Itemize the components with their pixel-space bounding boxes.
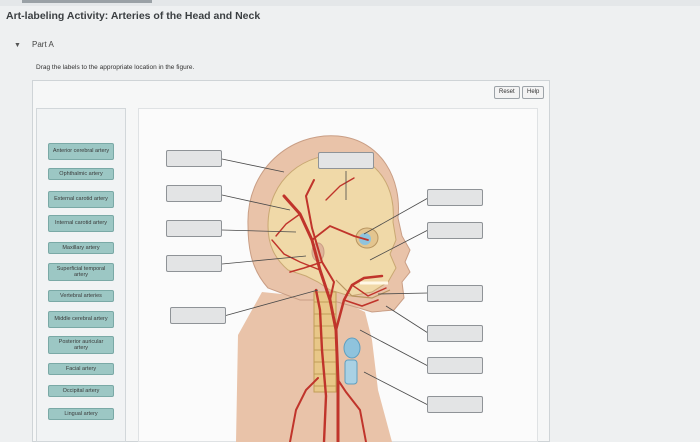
drop-target-9[interactable] <box>427 285 483 302</box>
drop-target-11[interactable] <box>427 357 483 374</box>
head-neck-illustration <box>221 135 429 442</box>
drop-target-1[interactable] <box>166 150 222 167</box>
drop-target-3[interactable] <box>166 220 222 237</box>
trachea <box>344 359 358 385</box>
drop-target-4[interactable] <box>166 255 222 272</box>
drop-target-12[interactable] <box>427 396 483 413</box>
drop-target-2[interactable] <box>166 185 222 202</box>
drop-target-7[interactable] <box>427 189 483 206</box>
larynx <box>343 337 361 359</box>
drop-target-5[interactable] <box>170 307 226 324</box>
drop-target-10[interactable] <box>427 325 483 342</box>
drop-target-6[interactable] <box>318 152 374 169</box>
drop-target-8[interactable] <box>427 222 483 239</box>
